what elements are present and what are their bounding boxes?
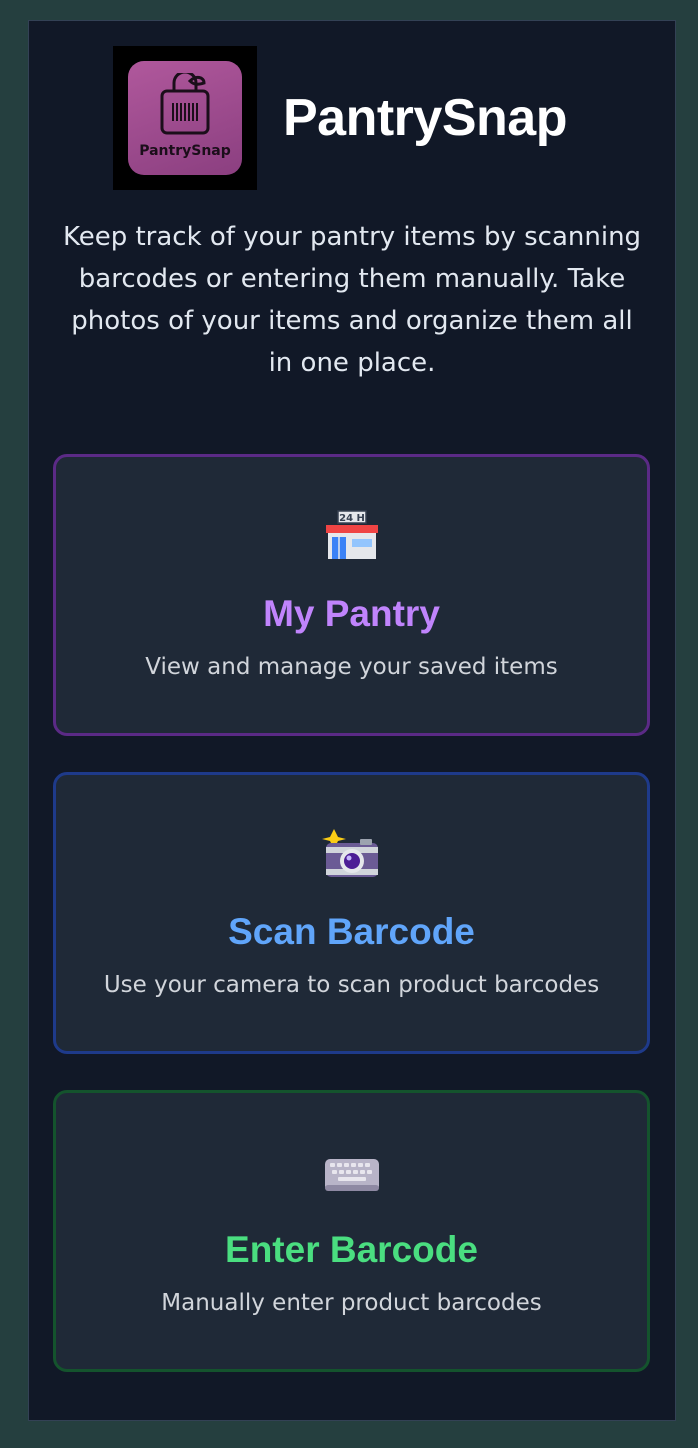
svg-text:24 H: 24 H	[339, 513, 365, 524]
app-header: PantrySnap PantrySnap	[113, 46, 567, 190]
card-title: My Pantry	[263, 593, 440, 634]
card-description: Use your camera to scan product barcodes	[103, 972, 600, 998]
enter-barcode-card[interactable]: Enter Barcode Manually enter product bar…	[53, 1090, 650, 1372]
convenience-store-icon: 24 H	[325, 510, 378, 559]
logo-label: PantrySnap	[139, 143, 231, 159]
scan-barcode-card[interactable]: Scan Barcode Use your camera to scan pro…	[53, 772, 650, 1054]
card-title: Scan Barcode	[228, 911, 475, 952]
app-panel: PantrySnap PantrySnap Keep track of your…	[28, 20, 676, 1421]
card-description: View and manage your saved items	[145, 654, 558, 680]
intro-text: Keep track of your pantry items by scann…	[62, 222, 642, 378]
my-pantry-card[interactable]: 24 H My Pantry View and manage your save…	[53, 454, 650, 736]
app-logo: PantrySnap	[113, 46, 257, 190]
card-description: Manually enter product barcodes	[161, 1290, 542, 1316]
keyboard-icon	[324, 1159, 379, 1191]
camera-flash-icon	[321, 829, 378, 877]
app-title: PantrySnap	[283, 89, 567, 147]
shopping-bag-barcode-icon: PantrySnap	[128, 61, 242, 175]
card-title: Enter Barcode	[225, 1229, 478, 1270]
